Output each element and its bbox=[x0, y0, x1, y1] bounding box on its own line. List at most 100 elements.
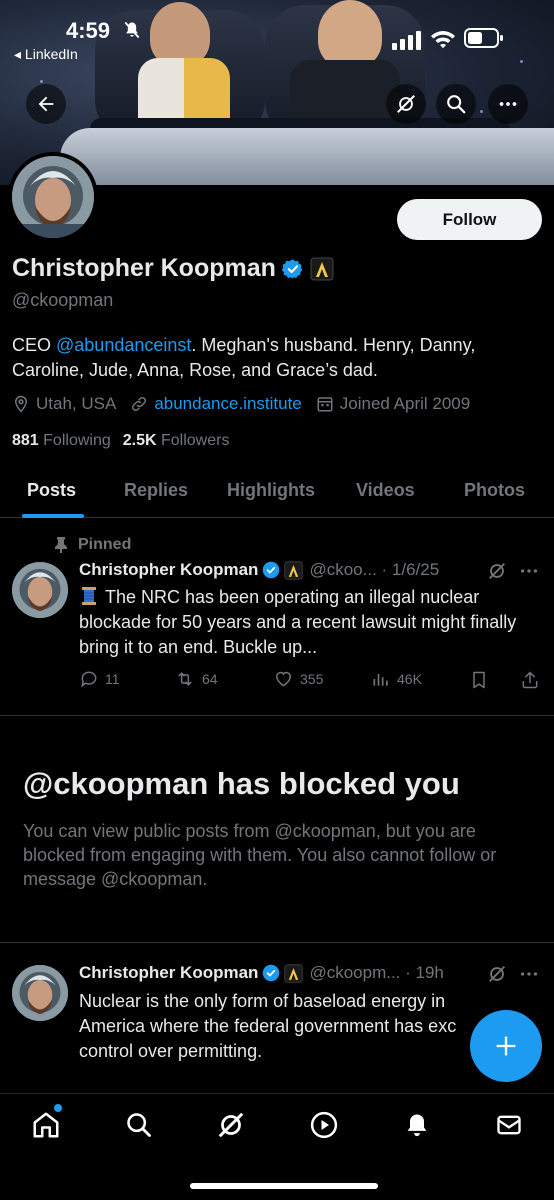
avatar-image bbox=[12, 156, 94, 238]
profile-name-row: Christopher Koopman bbox=[12, 254, 334, 283]
profile-name: Christopher Koopman bbox=[12, 254, 276, 282]
cellular-signal-icon bbox=[392, 31, 421, 50]
more-options-button[interactable] bbox=[488, 84, 528, 124]
post-meta: @ckoo... · 1/6/25 bbox=[309, 560, 440, 579]
banner-star bbox=[520, 60, 523, 63]
banner-star bbox=[480, 110, 483, 113]
follow-stats: 881 Following 2.5K Followers bbox=[12, 432, 229, 450]
pinned-label-row: Pinned bbox=[54, 536, 131, 554]
following-stat[interactable]: 881 Following bbox=[12, 432, 111, 450]
heart-icon bbox=[276, 671, 291, 687]
share-icon[interactable] bbox=[520, 669, 540, 691]
nav-home[interactable] bbox=[29, 1108, 63, 1142]
envelope-icon bbox=[497, 1115, 521, 1135]
post-avatar[interactable] bbox=[12, 562, 68, 618]
profile-location: Utah, USA bbox=[12, 394, 116, 414]
affiliate-badge-icon bbox=[284, 560, 304, 580]
nav-messages[interactable] bbox=[492, 1108, 526, 1142]
follow-button[interactable]: Follow bbox=[397, 199, 542, 240]
profile-bio: CEO @abundanceinst. Meghan's husband. He… bbox=[12, 333, 542, 383]
back-to-app-link[interactable]: ◂ LinkedIn bbox=[14, 46, 78, 63]
bookmark-icon[interactable] bbox=[469, 669, 489, 691]
nav-video[interactable] bbox=[307, 1108, 341, 1142]
followers-count: 2.5K bbox=[122, 432, 157, 449]
bio-text-prefix: CEO bbox=[12, 335, 57, 355]
like-count: 355 bbox=[300, 671, 324, 687]
home-indicator[interactable] bbox=[190, 1183, 378, 1189]
more-dots-icon[interactable] bbox=[518, 560, 540, 582]
verified-badge-icon bbox=[263, 561, 280, 579]
website-link[interactable]: abundance.institute bbox=[154, 394, 301, 414]
affiliate-badge-icon[interactable] bbox=[310, 257, 334, 281]
location-pin-icon bbox=[14, 395, 28, 413]
reply-count: 11 bbox=[105, 671, 120, 687]
blocked-title: @ckoopman has blocked you bbox=[23, 766, 460, 801]
banner-dashboard bbox=[60, 128, 554, 185]
bio-mention-link[interactable]: @abundanceinst bbox=[56, 335, 191, 355]
status-bar: 4:59 ◂ LinkedIn bbox=[0, 12, 554, 62]
joined-text: Joined April 2009 bbox=[339, 394, 471, 413]
link-icon bbox=[132, 396, 147, 412]
like-action[interactable]: 355 bbox=[273, 669, 323, 689]
repost-icon bbox=[178, 672, 192, 686]
profile-handle: @ckoopman bbox=[12, 290, 114, 310]
post-avatar[interactable] bbox=[12, 965, 68, 1021]
followers-label: Followers bbox=[161, 432, 230, 449]
tab-highlights[interactable]: Highlights bbox=[227, 480, 315, 501]
avatar-image bbox=[12, 965, 68, 1021]
views-chart-icon bbox=[373, 674, 388, 686]
post-divider bbox=[0, 715, 554, 716]
profile-avatar[interactable] bbox=[8, 152, 98, 242]
tab-posts[interactable]: Posts bbox=[27, 480, 76, 501]
spool-emoji-icon bbox=[82, 587, 96, 605]
play-circle-icon bbox=[310, 1111, 338, 1139]
view-count: 46K bbox=[397, 671, 422, 687]
views-action[interactable]: 46K bbox=[371, 669, 422, 689]
grok-icon bbox=[397, 95, 415, 113]
status-time: 4:59 bbox=[66, 18, 111, 43]
active-tab-indicator bbox=[22, 514, 84, 518]
pin-icon bbox=[55, 537, 67, 553]
verified-badge-icon bbox=[263, 964, 280, 982]
post-header: Christopher Koopman @ckoo... · 1/6/25 bbox=[79, 560, 439, 580]
reply-action[interactable]: 11 bbox=[79, 669, 120, 689]
more-dots-icon bbox=[499, 102, 517, 106]
post-author[interactable]: Christopher Koopman bbox=[79, 560, 258, 580]
search-icon bbox=[127, 1113, 151, 1137]
repost-action[interactable]: 64 bbox=[174, 669, 218, 689]
compose-post-button[interactable] bbox=[470, 1010, 542, 1082]
grok-icon bbox=[218, 1112, 244, 1138]
tab-photos[interactable]: Photos bbox=[464, 480, 525, 501]
following-label: Following bbox=[43, 432, 111, 449]
tab-videos[interactable]: Videos bbox=[356, 480, 415, 501]
profile-joined: Joined April 2009 bbox=[316, 394, 470, 414]
tab-replies[interactable]: Replies bbox=[124, 480, 188, 501]
following-count: 881 bbox=[12, 432, 39, 449]
avatar-image bbox=[12, 562, 68, 618]
pinned-post[interactable]: Pinned Christopher Koopman @ckoo... · 1/… bbox=[0, 519, 554, 715]
post-body: Nuclear is the only form of baseload ene… bbox=[79, 991, 457, 1061]
calendar-icon bbox=[317, 397, 333, 412]
grok-icon[interactable] bbox=[486, 560, 508, 582]
home-icon bbox=[33, 1112, 59, 1138]
search-button[interactable] bbox=[436, 84, 476, 124]
post-author[interactable]: Christopher Koopman bbox=[79, 963, 258, 983]
pinned-label: Pinned bbox=[78, 536, 132, 553]
bell-icon bbox=[407, 1114, 427, 1137]
nav-search[interactable] bbox=[122, 1108, 156, 1142]
post-body: The NRC has been operating an illegal nu… bbox=[79, 587, 517, 657]
profile-website[interactable]: abundance.institute bbox=[130, 394, 302, 414]
reply-icon bbox=[81, 671, 97, 688]
grok-button[interactable] bbox=[386, 84, 426, 124]
nav-notifications[interactable] bbox=[400, 1108, 434, 1142]
grok-icon[interactable] bbox=[486, 963, 508, 985]
followers-stat[interactable]: 2.5K Followers bbox=[123, 432, 230, 450]
verified-badge-icon[interactable] bbox=[281, 258, 304, 280]
back-button[interactable] bbox=[26, 84, 66, 124]
more-dots-icon[interactable] bbox=[518, 963, 540, 985]
nav-grok[interactable] bbox=[214, 1108, 248, 1142]
notification-dot bbox=[54, 1104, 62, 1112]
post[interactable]: Christopher Koopman @ckoopm... · 19h Nuc… bbox=[0, 943, 554, 1093]
location-text: Utah, USA bbox=[36, 394, 117, 413]
post-text: The NRC has been operating an illegal nu… bbox=[79, 585, 519, 660]
